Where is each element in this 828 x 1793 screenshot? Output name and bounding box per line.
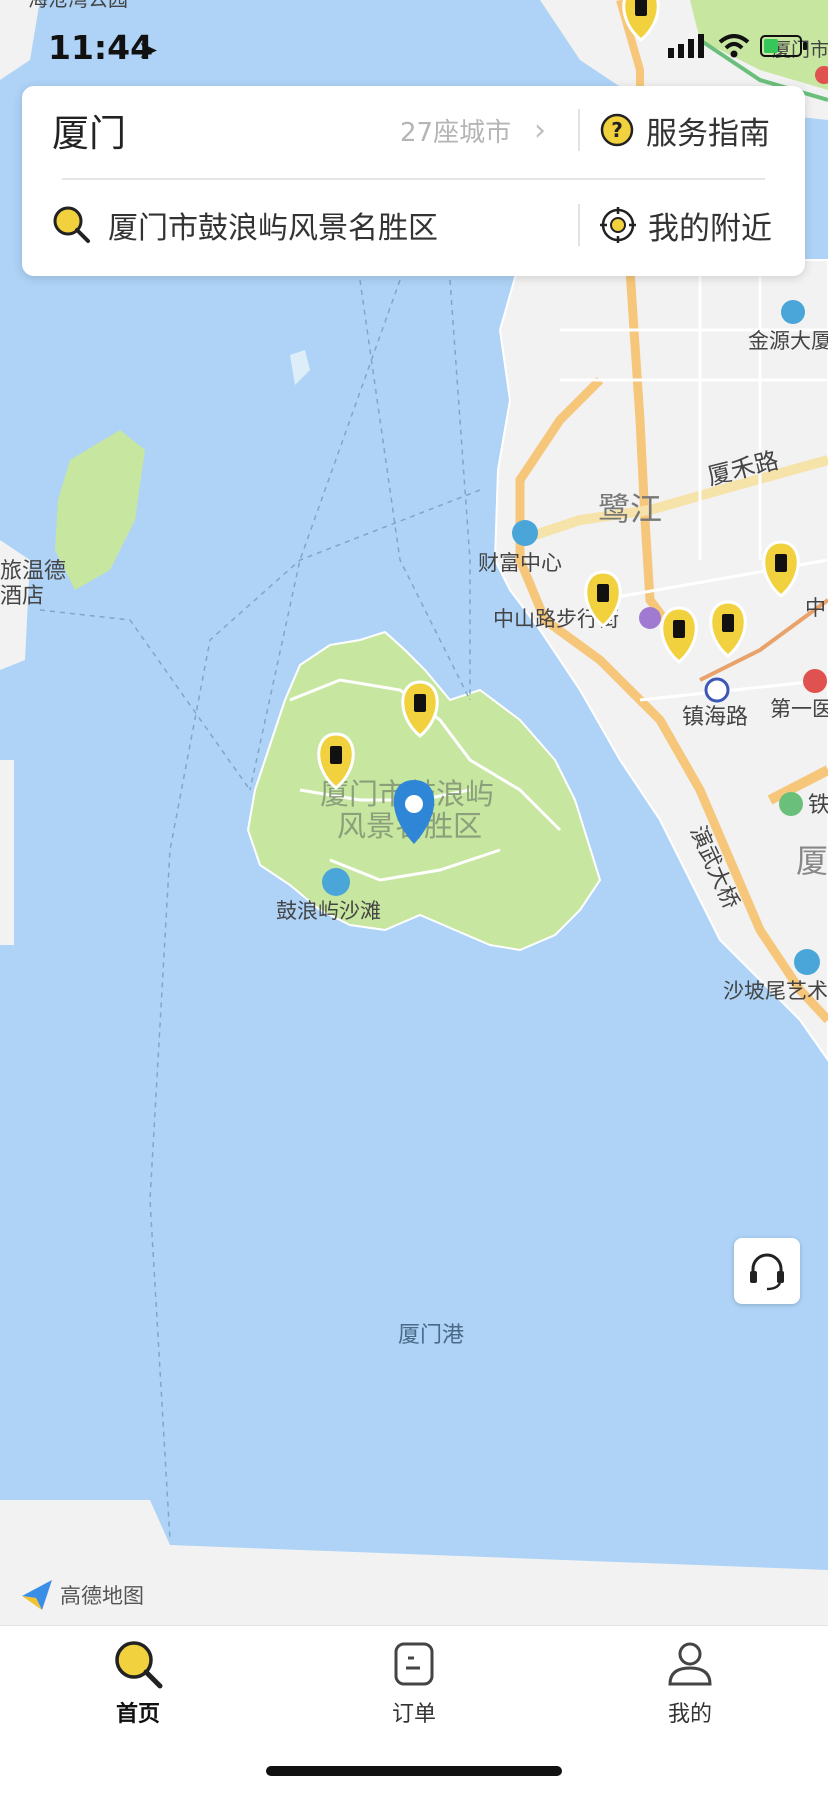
signal-icon xyxy=(668,34,704,58)
home-indicator xyxy=(266,1766,562,1776)
help-icon: ? xyxy=(600,113,634,147)
search-card: 厦门 27座城市 › ? 服务指南 厦门市鼓浪屿风景名胜区 我的附近 xyxy=(22,86,805,276)
status-icons xyxy=(668,34,808,58)
label-tie: 铁 xyxy=(808,793,828,818)
swim-icon xyxy=(322,868,350,896)
label-beach: 鼓浪屿沙滩 xyxy=(276,899,381,923)
tab-profile[interactable]: 我的 xyxy=(620,1638,760,1728)
amap-logo-icon xyxy=(22,1580,52,1610)
label-zhong: 中 xyxy=(805,596,826,620)
divider xyxy=(578,109,580,151)
crosshair-icon xyxy=(600,207,636,243)
profile-icon xyxy=(668,1642,712,1686)
svg-text:?: ? xyxy=(611,118,623,142)
shopping-icon xyxy=(639,607,661,629)
order-icon xyxy=(394,1642,434,1686)
battery-icon xyxy=(760,35,807,57)
tree-icon xyxy=(779,792,803,816)
wifi-icon xyxy=(718,34,750,58)
label-caifu: 财富中心 xyxy=(478,551,562,575)
search-row: 厦门市鼓浪屿风景名胜区 我的附近 xyxy=(22,181,805,269)
tab-orders[interactable]: 订单 xyxy=(344,1638,484,1728)
label-lujiang: 鹭江 xyxy=(598,490,662,528)
chevron-right-icon[interactable]: › xyxy=(534,113,546,148)
building-icon xyxy=(781,300,805,324)
label-hotel: 旅温德 xyxy=(0,559,66,584)
search-icon xyxy=(115,1641,163,1689)
label-hotel-2: 酒店 xyxy=(0,584,44,609)
building-icon xyxy=(794,949,820,975)
tab-orders-label: 订单 xyxy=(391,1702,436,1727)
customer-service-button[interactable] xyxy=(734,1238,800,1304)
hospital-icon xyxy=(803,669,827,693)
header-divider xyxy=(62,178,765,180)
search-icon xyxy=(53,206,90,243)
metro-icon xyxy=(704,677,730,703)
status-bar: 11:44 ➤ xyxy=(0,0,828,100)
location-arrow-icon: ➤ xyxy=(138,36,159,64)
tab-home[interactable]: 首页 xyxy=(68,1638,208,1728)
city-selector[interactable]: 厦门 xyxy=(52,103,126,157)
headset-icon xyxy=(750,1253,784,1291)
city-row: 厦门 27座城市 › ? 服务指南 xyxy=(22,86,805,174)
nearby-button[interactable]: 我的附近 xyxy=(600,203,772,248)
label-jinyuan: 金源大厦 xyxy=(748,329,828,353)
nearby-label: 我的附近 xyxy=(648,210,772,247)
service-guide-label: 服务指南 xyxy=(646,115,770,152)
divider xyxy=(578,204,580,246)
label-diyi: 第一医 xyxy=(770,697,828,721)
label-shapowei: 沙坡尾艺术 xyxy=(723,979,828,1003)
tab-profile-label: 我的 xyxy=(667,1702,712,1727)
map-logo: 高德地图 xyxy=(20,1578,144,1612)
service-guide-button[interactable]: ? 服务指南 xyxy=(600,108,770,153)
tab-home-label: 首页 xyxy=(115,1702,160,1727)
label-zhenhai: 镇海路 xyxy=(682,705,748,730)
building-icon xyxy=(512,520,538,546)
label-xia: 厦 xyxy=(796,842,828,880)
map-logo-text: 高德地图 xyxy=(60,1584,144,1608)
city-count[interactable]: 27座城市 xyxy=(400,112,511,149)
search-input[interactable]: 厦门市鼓浪屿风景名胜区 xyxy=(108,203,438,247)
label-harbor: 厦门港 xyxy=(398,1323,464,1348)
